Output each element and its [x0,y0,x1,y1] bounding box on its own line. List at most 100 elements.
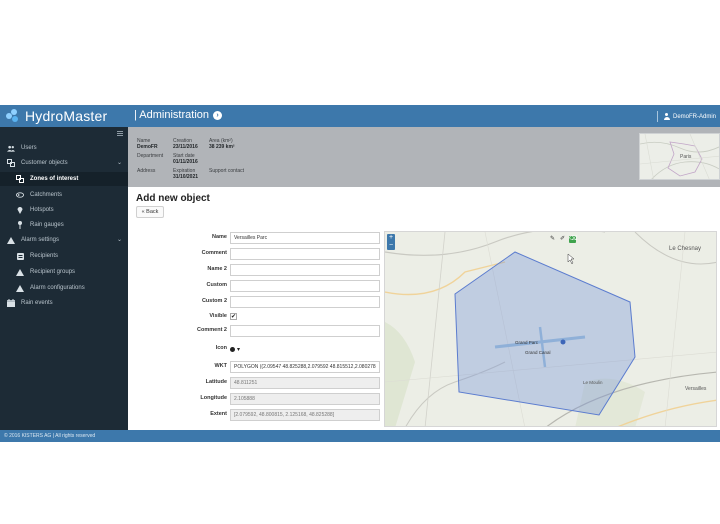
sidebar-item-rain-gauges[interactable]: Rain gauges [0,218,128,232]
name-input[interactable]: Versailles Parc [230,232,380,244]
sidebar-item-alarm-settings[interactable]: Alarm settings ⌄ [0,233,128,247]
info-support-label: Support contact [209,168,245,174]
trash-icon[interactable]: ⌫ [569,235,577,243]
form-row-custom: Custom [140,280,380,292]
info-expiration-value: 31/10/2021 [173,174,199,180]
svg-text:Grand Canal: Grand Canal [525,350,551,355]
sidebar-item-label: Alarm configurations [30,285,85,291]
back-button[interactable]: « Back [136,206,164,218]
name2-label: Name 2 [207,266,227,272]
users-icon [7,144,15,152]
menu-toggle-icon[interactable] [117,131,123,136]
info-start-value: 01/11/2016 [173,159,198,165]
visible-checkbox[interactable]: ✔ [230,313,237,320]
user-icon [663,113,670,120]
latitude-label: Latitude [205,379,227,385]
comment-input[interactable] [230,248,380,260]
sidebar-item-label: Hotspots [30,207,54,213]
sidebar-item-recipient-groups[interactable]: Recipient groups [0,265,128,279]
form-row-extent: Extent [2.079592, 48.800815, 2.125168, 4… [140,409,380,421]
icon-select[interactable]: ▾ [230,343,240,355]
sidebar-item-hotspots[interactable]: Hotspots [0,203,128,217]
map-canvas[interactable]: Le Chesnay Grand Parc Grand Canal Versai… [385,232,717,427]
svg-text:Grand Parc: Grand Parc [515,340,539,345]
calendar-icon [7,299,15,307]
zoom-in-button[interactable]: + [387,234,395,242]
caret-down-icon: ▾ [237,346,241,353]
brand[interactable]: HydroMaster [6,107,107,125]
form-row-comment2: Comment 2 [140,325,380,337]
sidebar-item-label: Users [21,145,37,151]
svg-text:Le Chesnay: Le Chesnay [669,246,701,252]
comment2-label: Comment 2 [197,327,227,333]
info-department-label: Department [137,153,164,159]
longitude-label: Longitude [200,395,227,401]
pin-icon [16,206,24,214]
sidebar-item-label: Alarm settings [21,237,60,243]
edit-icon[interactable]: ✐ [559,236,566,243]
section-title[interactable]: | Administration › [134,109,223,121]
user-name: DemoFR-Admin [672,113,716,120]
app-window: HydroMaster | Administration › DemoFR-Ad… [0,105,720,442]
form-row-longitude: Longitude 2.105888 [140,393,380,405]
sidebar-item-zones-of-interest[interactable]: Zones of interest [0,172,128,186]
custom2-label: Custom 2 [201,298,227,304]
hydromaster-logo-icon [6,109,20,123]
user-separator [656,111,658,122]
rain-gauge-icon [16,221,24,229]
name-label: Name [212,234,227,240]
wkt-input[interactable]: POLYGON ((2.09547 48.825288,2.079592 48.… [230,361,380,373]
comment2-input[interactable] [230,325,380,337]
visible-label: Visible [209,313,227,319]
customer-info-bar: Name DemoFR Creation 23/11/2016 Area (km… [128,127,720,187]
form-row-icon: Icon ▾ [140,343,380,355]
map-zoom-control: + − [387,234,395,250]
name2-input[interactable] [230,264,380,276]
user-menu[interactable]: DemoFR-Admin [656,111,716,122]
sidebar-item-users[interactable]: Users [0,141,128,155]
map-view[interactable]: Le Chesnay Grand Parc Grand Canal Versai… [384,231,717,427]
svg-text:Paris: Paris [680,154,692,160]
custom-input[interactable] [230,280,380,292]
info-name-value: DemoFR [137,144,158,150]
zoom-out-button[interactable]: − [387,242,395,250]
sidebar-item-rain-events[interactable]: Rain events [0,296,128,310]
pencil-icon[interactable]: ✎ [549,236,556,243]
sidebar-item-label: Recipient groups [30,269,76,275]
form-row-wkt: WKT POLYGON ((2.09547 48.825288,2.079592… [140,361,380,373]
zones-icon [16,175,24,183]
sidebar-item-label: Rain events [21,300,53,306]
form-row-name2: Name 2 [140,264,380,276]
form-row-visible: Visible ✔ [140,311,380,323]
custom-label: Custom [206,282,227,288]
sidebar-item-customer-objects[interactable]: Customer objects ⌄ [0,156,128,170]
svg-text:Versailles: Versailles [685,386,707,392]
catchment-icon [16,191,24,199]
section-title-label: | Administration [134,109,210,121]
circle-marker-icon [230,346,235,352]
sidebar-item-label: Catchments [30,192,63,198]
sidebar: Users Customer objects ⌄ Zones of intere… [0,127,128,430]
chevron-down-icon: ⌄ [116,160,122,166]
warning-icon [16,268,24,276]
overview-minimap[interactable]: Paris [639,133,720,180]
icon-label: Icon [215,345,227,351]
chevron-down-icon: ⌄ [116,237,122,243]
map-draw-tools: ✎ ✐ ⌫ [549,235,577,243]
chevron-circle-icon: › [213,110,223,120]
sidebar-item-catchments[interactable]: Catchments [0,188,128,202]
sidebar-item-label: Zones of interest [30,176,79,182]
footer: © 2016 KISTERS AG | All rights reserved [0,430,720,442]
form-row-comment: Comment [140,248,380,260]
custom2-input[interactable] [230,296,380,308]
info-creation-value: 23/11/2016 [173,144,198,150]
latitude-input: 48.811251 [230,377,380,389]
sidebar-item-recipients[interactable]: Recipients [0,249,128,263]
info-address-label: Address [137,168,156,174]
top-bar: HydroMaster | Administration › DemoFR-Ad… [0,105,720,127]
form-row-latitude: Latitude 48.811251 [140,377,380,389]
sidebar-item-label: Customer objects [21,160,68,166]
sidebar-item-label: Recipients [30,253,59,259]
svg-text:Le Moulin: Le Moulin [583,380,603,385]
sidebar-item-alarm-configurations[interactable]: Alarm configurations [0,281,128,295]
